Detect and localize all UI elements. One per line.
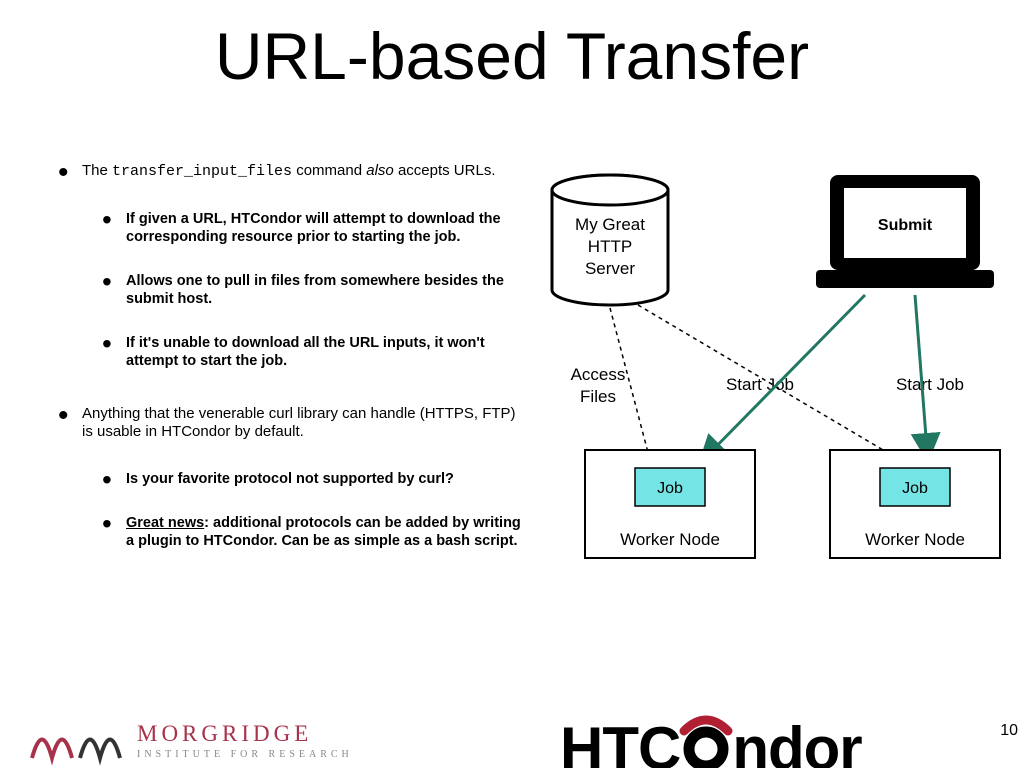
access-files-label: Access — [571, 365, 626, 384]
svg-text:Server: Server — [585, 259, 635, 278]
page-number: 10 — [1000, 722, 1018, 740]
svg-text:HTTP: HTTP — [588, 237, 632, 256]
logo-bar: MORGRIDGE INSTITUTE FOR RESEARCH HTC ndo… — [0, 678, 1024, 768]
sub-bullet: If it's unable to download all the URL i… — [102, 334, 528, 370]
bullet-1: The transfer_input_files command also ac… — [58, 162, 528, 371]
svg-text:Job: Job — [902, 480, 928, 497]
arrow-line — [698, 295, 865, 465]
htcondor-o-icon — [676, 709, 736, 768]
http-server-icon: My Great HTTP Server — [552, 175, 668, 305]
submit-laptop-icon: Submit — [816, 175, 994, 292]
worker-node: Job Worker Node — [830, 450, 1000, 558]
access-files-label: Files — [580, 387, 616, 406]
sub-bullet: Is your favorite protocol not supported … — [102, 470, 528, 488]
sub-bullet: Great news: additional protocols can be … — [102, 514, 528, 550]
bullet-2: Anything that the venerable curl library… — [58, 405, 528, 551]
worker-node: Job Worker Node — [585, 450, 755, 558]
slide-title: URL-based Transfer — [0, 18, 1024, 94]
bullet-content: The transfer_input_files command also ac… — [58, 162, 528, 584]
morgridge-waves-icon — [30, 713, 125, 768]
dashed-line — [610, 308, 650, 460]
svg-text:Job: Job — [657, 480, 683, 497]
sub-bullet: If given a URL, HTCondor will attempt to… — [102, 210, 528, 246]
htcondor-logo: HTC ndor — [560, 709, 862, 768]
architecture-diagram: My Great HTTP Server Submit Access Files… — [530, 170, 1010, 610]
svg-text:My Great: My Great — [575, 215, 645, 234]
start-job-label: Start Job — [896, 375, 964, 394]
morgridge-logo: MORGRIDGE INSTITUTE FOR RESEARCH — [30, 713, 353, 768]
svg-text:Worker Node: Worker Node — [620, 530, 720, 549]
svg-text:Worker Node: Worker Node — [865, 530, 965, 549]
dashed-line — [638, 305, 900, 460]
sub-bullet: Allows one to pull in files from somewhe… — [102, 272, 528, 308]
svg-text:Submit: Submit — [878, 217, 933, 234]
